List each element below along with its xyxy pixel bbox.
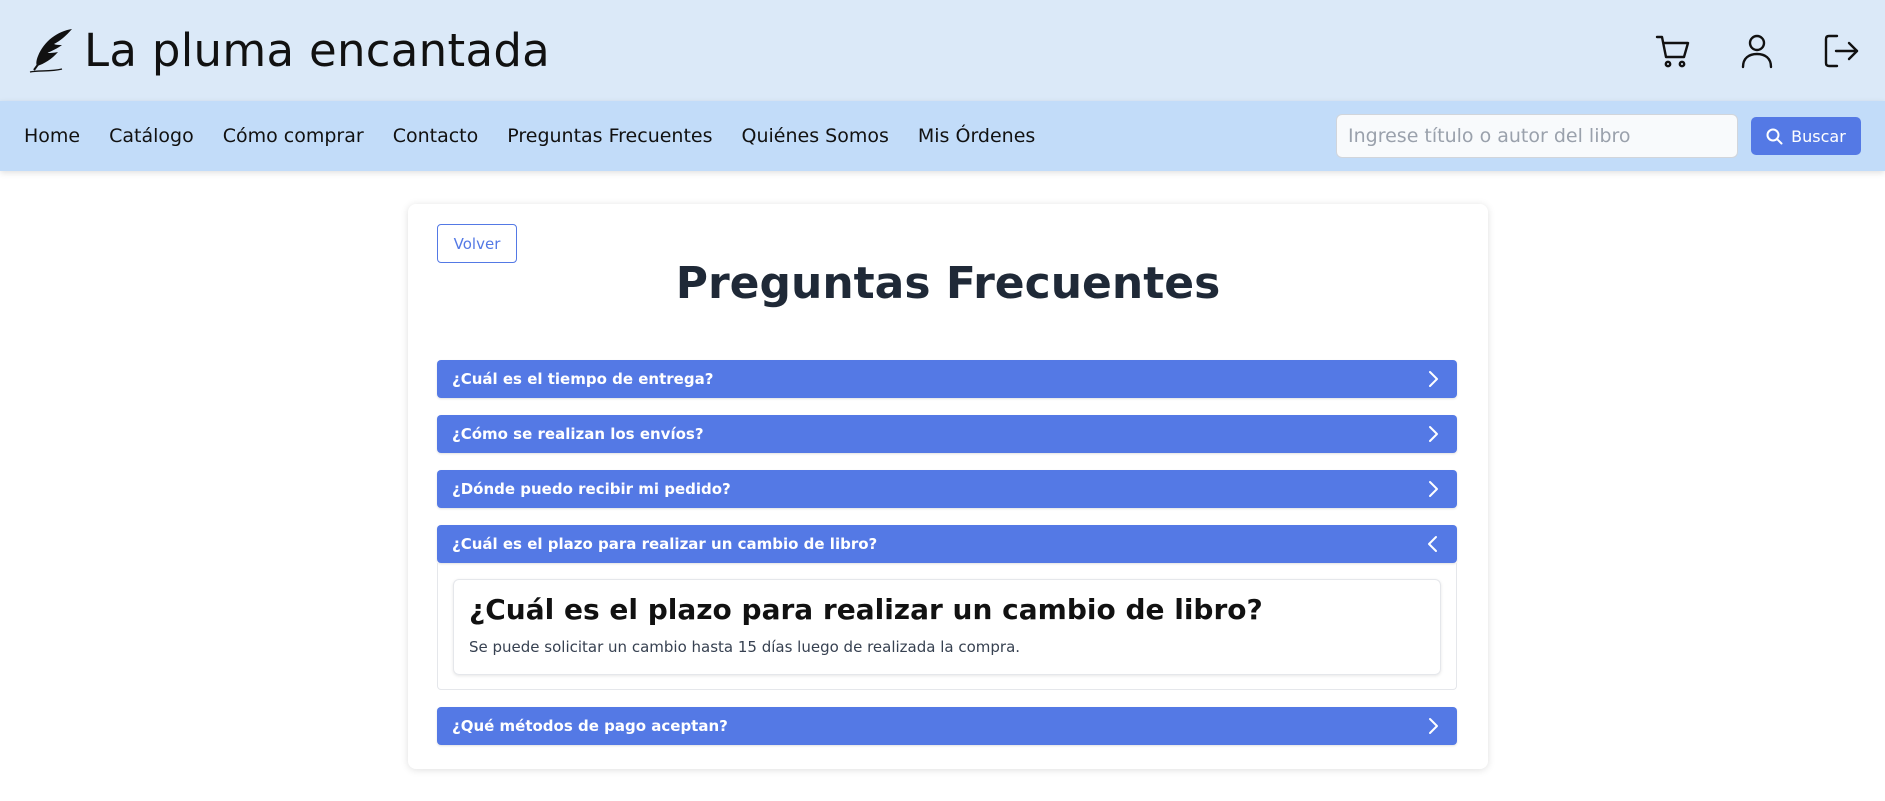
nav-links: Home Catálogo Cómo comprar Contacto Preg…	[24, 125, 1035, 147]
nav-link-como-comprar[interactable]: Cómo comprar	[223, 125, 364, 147]
nav-link-home[interactable]: Home	[24, 125, 80, 147]
nav-link-quienes-somos[interactable]: Quiénes Somos	[742, 125, 889, 147]
faq-accordion: ¿Cuál es el tiempo de entrega? ¿Cómo se …	[437, 360, 1457, 762]
nav-link-catalogo[interactable]: Catálogo	[109, 125, 194, 147]
faq-question: ¿Qué métodos de pago aceptan?	[452, 717, 728, 735]
chevron-right-icon	[1424, 480, 1442, 498]
answer-text: Se puede solicitar un cambio hasta 15 dí…	[469, 638, 1021, 656]
faq-question: ¿Cuál es el tiempo de entrega?	[452, 370, 714, 388]
user-icon[interactable]	[1737, 31, 1777, 71]
answer-card: ¿Cuál es el plazo para realizar un cambi…	[453, 579, 1441, 675]
faq-item: ¿Cómo se realizan los envíos?	[437, 415, 1457, 453]
chevron-right-icon	[1424, 717, 1442, 735]
answer-title: ¿Cuál es el plazo para realizar un cambi…	[469, 593, 1263, 626]
faq-question-header[interactable]: ¿Cuál es el plazo para realizar un cambi…	[437, 525, 1457, 563]
header-icons	[1653, 31, 1861, 71]
main-nav: Home Catálogo Cómo comprar Contacto Preg…	[0, 101, 1885, 171]
feather-icon	[28, 26, 74, 76]
search-input[interactable]	[1336, 114, 1738, 158]
faq-question-header[interactable]: ¿Cómo se realizan los envíos?	[437, 415, 1457, 453]
faq-item: ¿Cuál es el tiempo de entrega?	[437, 360, 1457, 398]
faq-item-expanded: ¿Cuál es el plazo para realizar un cambi…	[437, 525, 1457, 690]
brand[interactable]: La pluma encantada	[28, 24, 550, 77]
faq-question: ¿Cuál es el plazo para realizar un cambi…	[452, 535, 878, 553]
main-content: Volver Preguntas Frecuentes ¿Cuál es el …	[0, 171, 1885, 801]
logout-icon[interactable]	[1821, 31, 1861, 71]
faq-question: ¿Dónde puedo recibir mi pedido?	[452, 480, 731, 498]
cart-icon[interactable]	[1653, 31, 1693, 71]
site-title: La pluma encantada	[84, 24, 551, 77]
search-button-label: Buscar	[1791, 126, 1846, 146]
nav-link-contacto[interactable]: Contacto	[393, 125, 479, 147]
chevron-left-icon	[1424, 535, 1442, 553]
faq-item: ¿Qué métodos de pago aceptan?	[437, 707, 1457, 745]
faq-question-header[interactable]: ¿Qué métodos de pago aceptan?	[437, 707, 1457, 745]
page-title: Preguntas Frecuentes	[675, 258, 1221, 309]
chevron-right-icon	[1424, 370, 1442, 388]
search-button[interactable]: Buscar	[1751, 117, 1861, 155]
faq-answer-panel: ¿Cuál es el plazo para realizar un cambi…	[437, 563, 1457, 690]
nav-link-mis-ordenes[interactable]: Mis Órdenes	[918, 125, 1035, 147]
search-form: Buscar	[1336, 114, 1861, 158]
faq-item: ¿Dónde puedo recibir mi pedido?	[437, 470, 1457, 508]
faq-question-header[interactable]: ¿Cuál es el tiempo de entrega?	[437, 360, 1457, 398]
faq-card: Volver Preguntas Frecuentes ¿Cuál es el …	[408, 204, 1488, 769]
chevron-right-icon	[1424, 425, 1442, 443]
nav-link-preguntas-frecuentes[interactable]: Preguntas Frecuentes	[507, 125, 712, 147]
faq-question-header[interactable]: ¿Dónde puedo recibir mi pedido?	[437, 470, 1457, 508]
top-header: La pluma encantada	[0, 0, 1885, 101]
faq-question: ¿Cómo se realizan los envíos?	[452, 425, 704, 443]
search-icon	[1766, 128, 1783, 145]
